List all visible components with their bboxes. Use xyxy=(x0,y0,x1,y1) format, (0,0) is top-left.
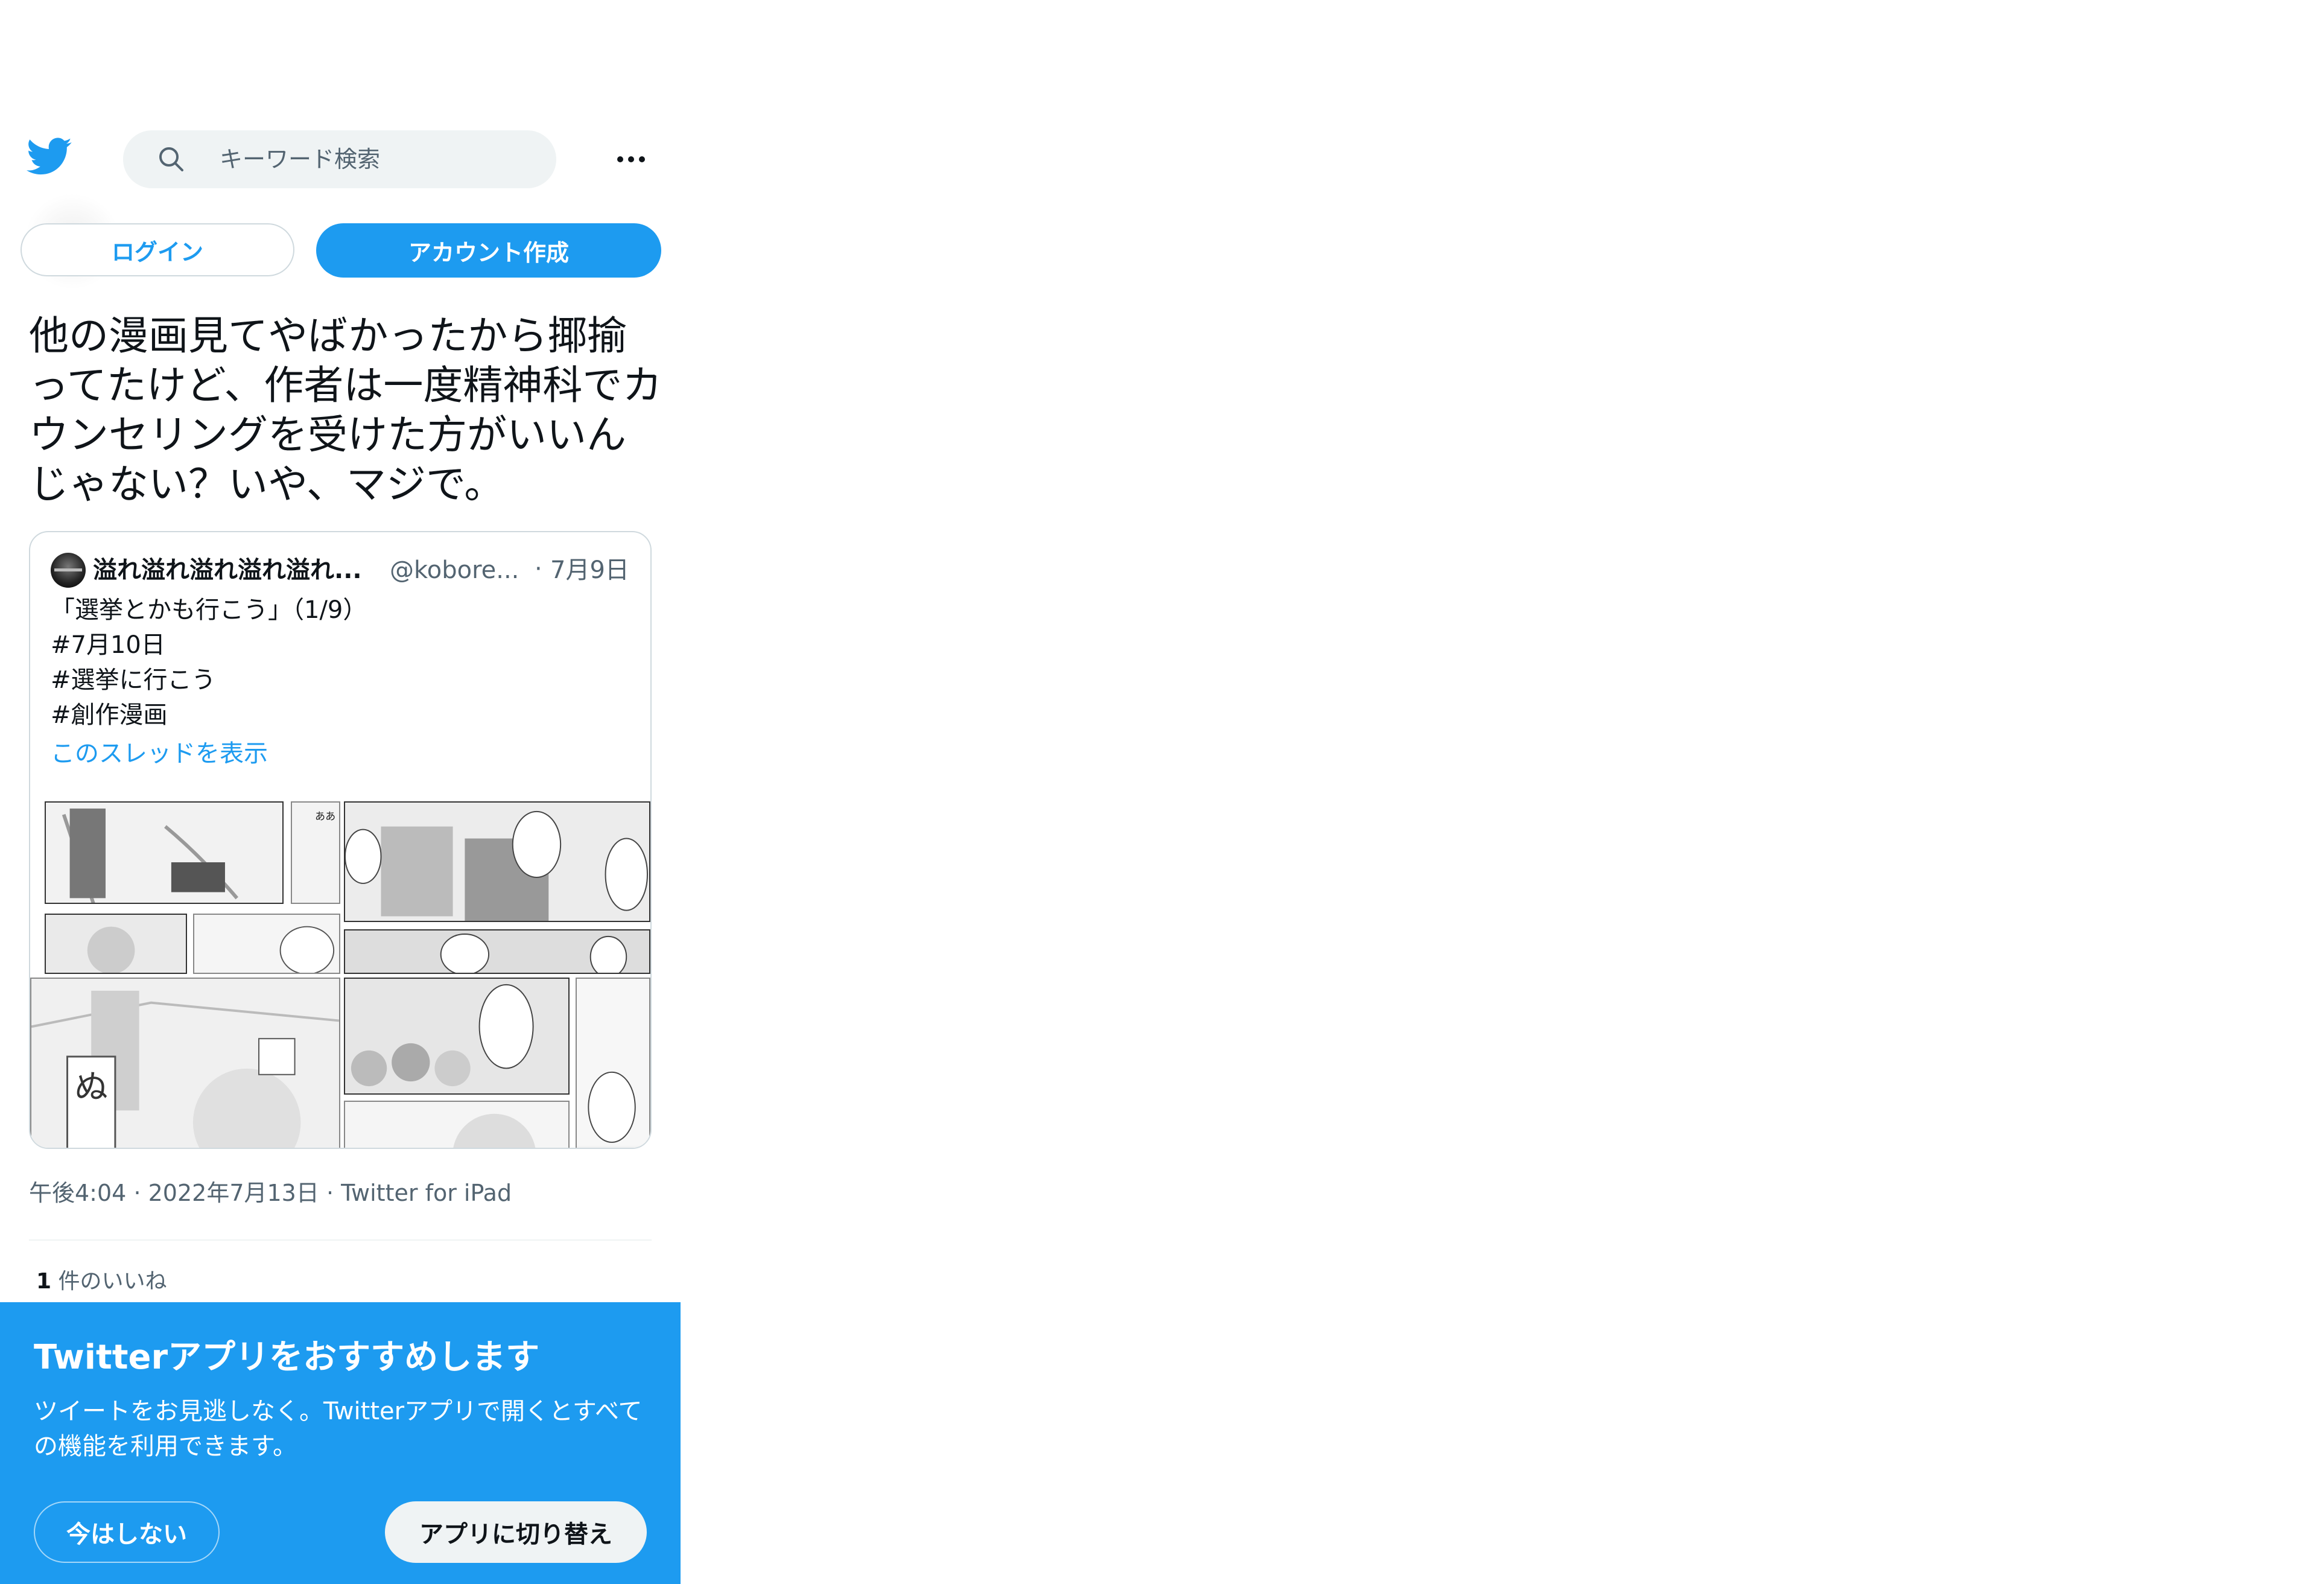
hashtag[interactable]: #7月10日 xyxy=(51,628,367,663)
svg-text:ああ: ああ xyxy=(315,811,335,823)
quoted-line: 「選挙とかも行こう」（1/9） xyxy=(51,596,367,624)
manga-image-3[interactable]: ぬ xyxy=(30,978,340,1148)
quoted-date: 7月9日 xyxy=(550,556,629,584)
main-column: キーワード検索 ログイン アカウント作成 他の漫画見てやばかったから揶揄ってたけ… xyxy=(0,0,681,1584)
login-button[interactable]: ログイン xyxy=(21,223,294,276)
show-thread-link[interactable]: このスレッドを表示 xyxy=(51,736,268,771)
avatar[interactable] xyxy=(51,553,86,588)
likes-number: 1 xyxy=(36,1269,52,1294)
app-promo-banner: Twitterアプリをおすすめします ツイートをお見逃しなく。Twitterアプ… xyxy=(0,1302,681,1584)
tweet-source[interactable]: Twitter for iPad xyxy=(341,1180,512,1206)
separator-dot: · xyxy=(535,555,542,583)
likes-label: 件のいいね xyxy=(58,1269,167,1294)
switch-to-app-button[interactable]: アプリに切り替え xyxy=(385,1501,647,1563)
divider xyxy=(29,1239,652,1241)
hashtag[interactable]: #選挙に行こう xyxy=(51,663,367,698)
quoted-author-handle: @kobore... xyxy=(390,556,519,584)
not-now-button[interactable]: 今はしない xyxy=(34,1501,220,1563)
search-box[interactable]: キーワード検索 xyxy=(123,130,556,188)
quoted-tweet-card[interactable]: 溢れ溢れ溢れ溢れ溢れ... @kobore... · 7月9日 「選挙とかも行こ… xyxy=(29,531,652,1149)
tweet-time: 午後4:04 xyxy=(29,1180,127,1206)
svg-text:ぬ: ぬ xyxy=(74,1067,108,1107)
twitter-bird-icon[interactable] xyxy=(27,138,72,176)
quoted-author-name: 溢れ溢れ溢れ溢れ溢れ... xyxy=(93,556,362,584)
tweet-date: 2022年7月13日 xyxy=(148,1180,319,1206)
manga-image-1[interactable]: ああ xyxy=(30,801,340,974)
separator-dot: · xyxy=(326,1180,341,1206)
search-icon xyxy=(159,147,183,171)
banner-title: Twitterアプリをおすすめします xyxy=(34,1338,540,1377)
more-dots-icon[interactable] xyxy=(609,142,653,176)
hashtag[interactable]: #創作漫画 xyxy=(51,698,367,733)
manga-image-4[interactable] xyxy=(344,978,650,1148)
separator-dot: · xyxy=(133,1180,148,1206)
likes-count[interactable]: 1 件のいいね xyxy=(36,1267,167,1296)
tweet-text: 他の漫画見てやばかったから揶揄ってたけど、作者は一度精神科でカウンセリングを受け… xyxy=(29,313,662,507)
signup-button[interactable]: アカウント作成 xyxy=(316,223,661,278)
manga-image-2[interactable] xyxy=(344,801,650,974)
banner-description: ツイートをお見逃しなく。Twitterアプリで開くとすべての機能を利用できます。 xyxy=(34,1398,643,1460)
quoted-tweet-body: 「選挙とかも行こう」（1/9） #7月10日 #選挙に行こう #創作漫画 xyxy=(51,593,367,733)
tweet-timestamp[interactable]: 午後4:04 · 2022年7月13日 · Twitter for iPad xyxy=(29,1178,512,1208)
media-grid: ああ ぬ xyxy=(30,801,650,1148)
search-input[interactable]: キーワード検索 xyxy=(220,145,380,174)
